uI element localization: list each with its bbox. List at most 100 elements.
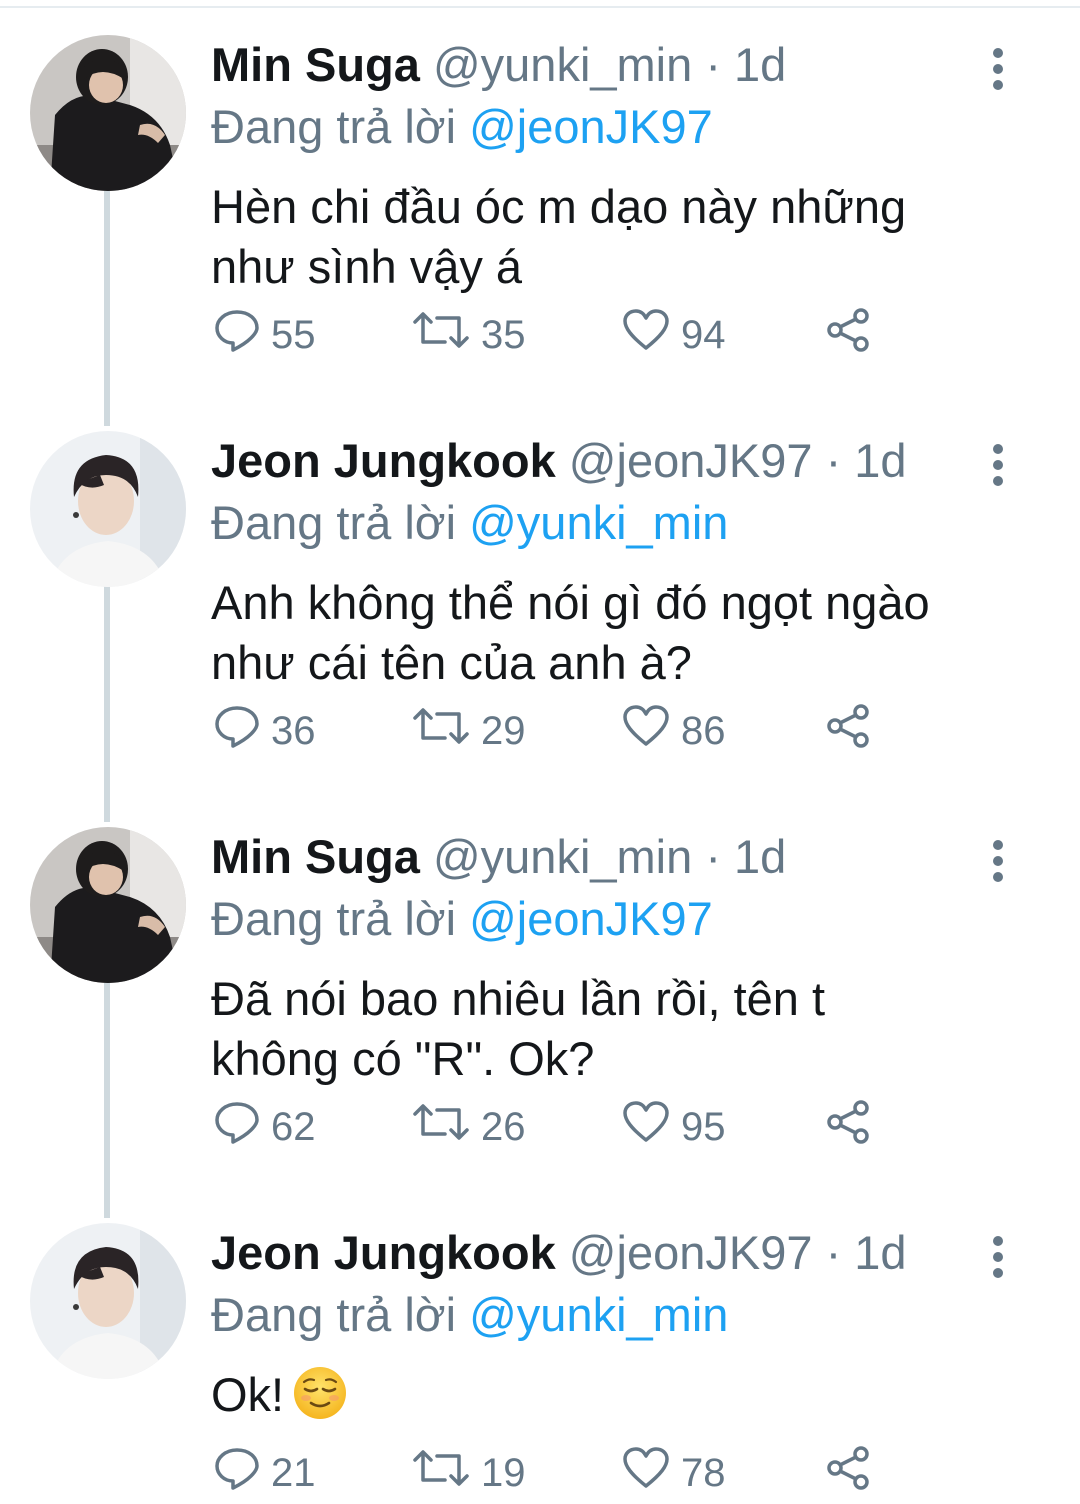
user-handle[interactable]: @jeonJK97 bbox=[569, 434, 813, 487]
reply-icon bbox=[213, 306, 261, 364]
retweet-button[interactable]: 29 bbox=[411, 701, 526, 761]
mention-link[interactable]: @yunki_min bbox=[469, 496, 728, 549]
display-name[interactable]: Min Suga bbox=[211, 38, 420, 91]
reply-count: 36 bbox=[271, 708, 316, 753]
like-button[interactable]: 78 bbox=[621, 1443, 726, 1503]
retweet-button[interactable]: 26 bbox=[411, 1097, 526, 1157]
retweet-count: 29 bbox=[481, 708, 526, 753]
timestamp[interactable]: 1d bbox=[854, 434, 906, 487]
reply-button[interactable]: 36 bbox=[213, 701, 316, 761]
tweet-header: Jeon Jungkook @jeonJK97 · 1d bbox=[211, 431, 907, 491]
like-icon bbox=[621, 1444, 671, 1502]
like-icon bbox=[621, 1098, 671, 1156]
mention-link[interactable]: @yunki_min bbox=[469, 1288, 728, 1341]
display-name[interactable]: Min Suga bbox=[211, 830, 420, 883]
tweet-text-line: Đã nói bao nhiêu lần rồi, tên t bbox=[211, 972, 826, 1025]
more-options-icon[interactable] bbox=[980, 1233, 1016, 1281]
share-icon bbox=[825, 1098, 873, 1156]
replying-to: Đang trả lời @jeonJK97 bbox=[211, 97, 713, 157]
action-bar: 21 19 78 bbox=[211, 1443, 911, 1503]
replying-to-label: Đang trả lời bbox=[211, 892, 457, 945]
tweet-header: Min Suga @yunki_min · 1d bbox=[211, 35, 786, 95]
tweet[interactable]: Jeon Jungkook @jeonJK97 · 1d Đang trả lờ… bbox=[0, 401, 1080, 797]
like-button[interactable]: 94 bbox=[621, 305, 726, 365]
retweet-count: 19 bbox=[481, 1450, 526, 1495]
share-button[interactable] bbox=[825, 1097, 873, 1157]
more-options-icon[interactable] bbox=[980, 45, 1016, 93]
action-bar: 36 29 86 bbox=[211, 701, 911, 761]
separator-dot: · bbox=[705, 38, 721, 91]
tweet-text: Hèn chi đầu óc m dạo này những như sình … bbox=[211, 177, 1031, 297]
reply-button[interactable]: 21 bbox=[213, 1443, 316, 1503]
timestamp[interactable]: 1d bbox=[854, 1226, 906, 1279]
tweet-text-content: Ok! bbox=[211, 1368, 285, 1421]
mention-link[interactable]: @jeonJK97 bbox=[469, 892, 713, 945]
timestamp[interactable]: 1d bbox=[734, 830, 786, 883]
display-name[interactable]: Jeon Jungkook bbox=[211, 1226, 556, 1279]
avatar[interactable] bbox=[30, 1223, 186, 1379]
like-button[interactable]: 95 bbox=[621, 1097, 726, 1157]
tweet[interactable]: Min Suga @yunki_min · 1d Đang trả lời @j… bbox=[0, 797, 1080, 1193]
reply-count: 21 bbox=[271, 1450, 316, 1495]
user-handle[interactable]: @yunki_min bbox=[433, 38, 692, 91]
reply-button[interactable]: 55 bbox=[213, 305, 316, 365]
replying-to-label: Đang trả lời bbox=[211, 1288, 457, 1341]
reply-count: 62 bbox=[271, 1104, 316, 1149]
like-count: 86 bbox=[681, 708, 726, 753]
reply-button[interactable]: 62 bbox=[213, 1097, 316, 1157]
reply-icon bbox=[213, 702, 261, 760]
share-button[interactable] bbox=[825, 701, 873, 761]
like-count: 95 bbox=[681, 1104, 726, 1149]
replying-to-label: Đang trả lời bbox=[211, 100, 457, 153]
tweet-text-line: Anh không thể nói gì đó ngọt ngào bbox=[211, 576, 930, 629]
separator-dot: · bbox=[825, 434, 842, 487]
retweet-icon bbox=[411, 1444, 471, 1502]
like-icon bbox=[621, 702, 671, 760]
retweet-icon bbox=[411, 1098, 471, 1156]
like-icon bbox=[621, 306, 671, 364]
user-handle[interactable]: @jeonJK97 bbox=[569, 1226, 813, 1279]
tweet[interactable]: Min Suga @yunki_min · 1d Đang trả lời @j… bbox=[0, 5, 1080, 401]
action-bar: 55 35 94 bbox=[211, 305, 911, 365]
like-count: 94 bbox=[681, 312, 726, 357]
timestamp[interactable]: 1d bbox=[734, 38, 786, 91]
more-options-icon[interactable] bbox=[980, 837, 1016, 885]
reply-count: 55 bbox=[271, 312, 316, 357]
display-name[interactable]: Jeon Jungkook bbox=[211, 434, 556, 487]
avatar[interactable] bbox=[30, 827, 186, 983]
separator-dot: · bbox=[825, 1226, 842, 1279]
like-button[interactable]: 86 bbox=[621, 701, 726, 761]
tweet-header: Min Suga @yunki_min · 1d bbox=[211, 827, 786, 887]
tweet-text: Ok! bbox=[211, 1365, 1031, 1435]
avatar[interactable] bbox=[30, 35, 186, 191]
tweet-text-line: không có "R". Ok? bbox=[211, 1032, 595, 1085]
separator-dot: · bbox=[705, 830, 721, 883]
share-button[interactable] bbox=[825, 305, 873, 365]
avatar[interactable] bbox=[30, 431, 186, 587]
share-button[interactable] bbox=[825, 1443, 873, 1503]
more-options-icon[interactable] bbox=[980, 441, 1016, 489]
replying-to: Đang trả lời @yunki_min bbox=[211, 1285, 728, 1345]
mention-link[interactable]: @jeonJK97 bbox=[469, 100, 713, 153]
retweet-button[interactable]: 19 bbox=[411, 1443, 526, 1503]
user-handle[interactable]: @yunki_min bbox=[433, 830, 692, 883]
tweet-text: Anh không thể nói gì đó ngọt ngào như cá… bbox=[211, 573, 1031, 693]
share-icon bbox=[825, 702, 873, 760]
tweet[interactable]: Jeon Jungkook @jeonJK97 · 1d Đang trả lờ… bbox=[0, 1193, 1080, 1504]
tweet-text-line: như sình vậy á bbox=[211, 240, 523, 293]
tweet-text: Đã nói bao nhiêu lần rồi, tên t không có… bbox=[211, 969, 1031, 1089]
replying-to: Đang trả lời @yunki_min bbox=[211, 493, 728, 553]
share-icon bbox=[825, 306, 873, 364]
like-count: 78 bbox=[681, 1450, 726, 1495]
reply-icon bbox=[213, 1444, 261, 1502]
retweet-button[interactable]: 35 bbox=[411, 305, 526, 365]
replying-to: Đang trả lời @jeonJK97 bbox=[211, 889, 713, 949]
tweet-text-line: Hèn chi đầu óc m dạo này những bbox=[211, 180, 907, 233]
retweet-icon bbox=[411, 306, 471, 364]
retweet-count: 35 bbox=[481, 312, 526, 357]
action-bar: 62 26 95 bbox=[211, 1097, 911, 1157]
relieved-face-emoji bbox=[292, 1365, 348, 1435]
retweet-icon bbox=[411, 702, 471, 760]
tweet-text-line: như cái tên của anh à? bbox=[211, 636, 692, 689]
retweet-count: 26 bbox=[481, 1104, 526, 1149]
